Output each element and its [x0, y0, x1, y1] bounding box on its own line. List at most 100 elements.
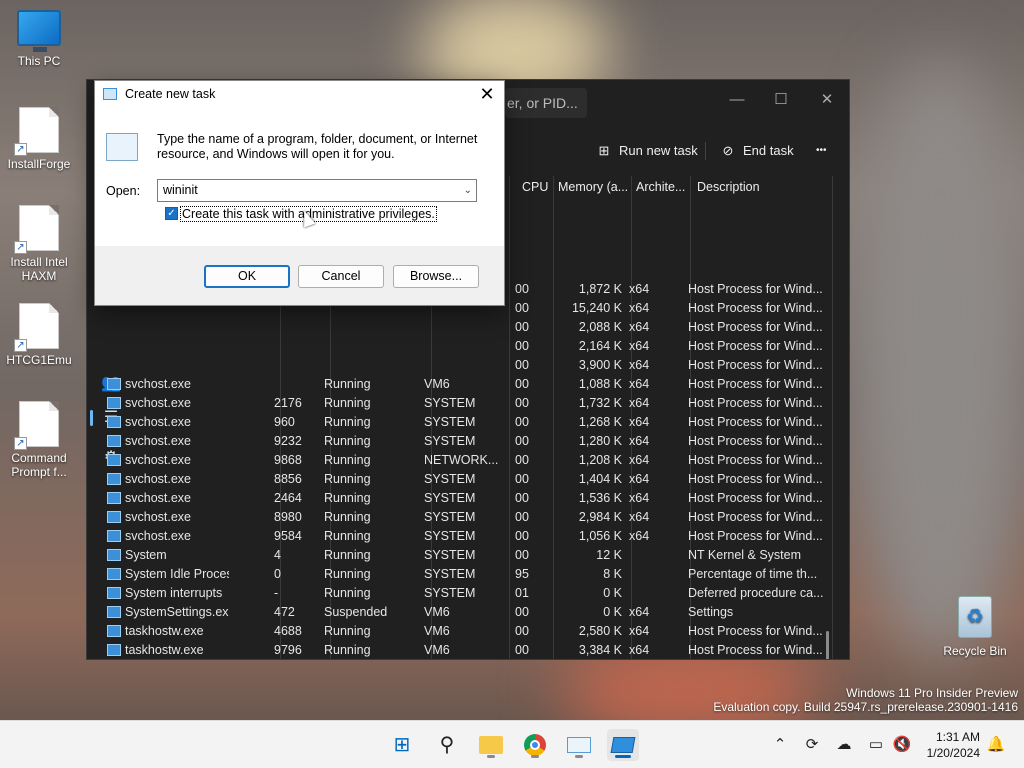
process-cpu: 00	[515, 491, 529, 505]
dialog-description: Type the name of a program, folder, docu…	[157, 132, 478, 161]
close-icon[interactable]: ✕	[476, 83, 498, 105]
desktop-icon-command-prompt[interactable]: ↗ Command Prompt f...	[1, 401, 77, 479]
process-status: Running	[324, 624, 371, 638]
process-status: Running	[324, 586, 371, 600]
table-row[interactable]: svchost.exe 2176 Running SYSTEM 00 1,732 K x64…	[107, 394, 833, 413]
table-row[interactable]: svchost.exe 960 Running SYSTEM 00 1,268 K x64 H…	[107, 413, 833, 432]
table-row[interactable]: svchost.exe 9868 Running NETWORK... 00 1,208 …	[107, 451, 833, 470]
column-header-cpu[interactable]: CPU	[522, 176, 548, 198]
process-name: svchost.exe	[125, 434, 192, 448]
table-row[interactable]: SystemSettings.exe 472 Suspended VM6 00 0 K x6…	[107, 603, 833, 622]
process-pid: 9232	[274, 434, 302, 448]
process-icon-wrap	[107, 375, 125, 394]
desktop-icon-recycle-bin[interactable]: ♻ Recycle Bin	[936, 596, 1014, 658]
ok-button[interactable]: OK	[204, 265, 290, 288]
run-new-task-button[interactable]: ⊞ Run new task	[595, 138, 698, 164]
process-icon	[107, 378, 121, 390]
table-row[interactable]: svchost.exe 9584 Running SYSTEM 00 1,056 K x64…	[107, 527, 833, 546]
table-row[interactable]: 00 3,900 K x64 Host Process for Wind...	[137, 356, 833, 375]
table-row[interactable]: System Idle Process 0 Running SYSTEM 95 8 K Pe…	[107, 565, 833, 584]
end-task-icon: ⊘	[722, 143, 734, 158]
desktop-icon-installforge[interactable]: ↗ InstallForge	[1, 107, 77, 171]
process-memory: 1,268 K	[578, 415, 622, 429]
search-icon[interactable]: ⚲	[431, 729, 463, 761]
table-row[interactable]: System 4 Running SYSTEM 00 12 K NT Kernel & Sy…	[107, 546, 833, 565]
more-options-button[interactable]: •••	[816, 138, 827, 164]
search-input[interactable]: er, or PID...	[505, 88, 587, 118]
browse-button[interactable]: Browse...	[393, 265, 479, 288]
watermark-line-2: Evaluation copy. Build 25947.rs_prerelea…	[713, 700, 1018, 714]
desktop-icon-label: HTCG1Emu	[6, 353, 72, 367]
process-memory: 0 K	[603, 586, 622, 600]
close-button[interactable]: ✕	[805, 86, 849, 114]
taskmgr-icon[interactable]	[607, 729, 639, 761]
table-row[interactable]: 00 2,088 K x64 Host Process for Wind...	[137, 318, 833, 337]
taskmgr-perf-icon[interactable]	[563, 729, 595, 761]
process-pid: 9584	[274, 529, 302, 543]
start-icon[interactable]: ⊞	[386, 729, 418, 761]
process-cpu: 00	[515, 453, 529, 467]
process-cpu: 00	[515, 396, 529, 410]
desktop-icon-label: Command Prompt f...	[11, 451, 67, 479]
desktop-icon-install-intel-haxm[interactable]: ↗ Install Intel HAXM	[1, 205, 77, 283]
column-header-architecture[interactable]: Archite...	[636, 176, 685, 198]
chrome-icon[interactable]	[519, 729, 551, 761]
chevron-down-icon[interactable]: ⌄	[464, 180, 472, 201]
table-row[interactable]: svchost.exe Running VM6 00 1,088 K x64 Host Pr…	[107, 375, 833, 394]
process-cpu: 00	[515, 605, 529, 619]
network-icon[interactable]: ▭	[866, 735, 886, 755]
process-arch: x64	[629, 282, 650, 296]
process-memory: 1,536 K	[578, 491, 622, 505]
cancel-button[interactable]: Cancel	[298, 265, 384, 288]
table-row[interactable]: svchost.exe 9232 Running SYSTEM 00 1,280 K x64…	[107, 432, 833, 451]
run-dialog-icon	[103, 88, 117, 100]
table-row[interactable]: taskhostw.exe 4688 Running VM6 00 2,580 K x64 H…	[107, 622, 833, 641]
process-description: Host Process for Wind...	[688, 282, 823, 296]
column-header-memory[interactable]: Memory (a...	[558, 176, 628, 198]
end-task-button[interactable]: ⊘ End task	[719, 138, 794, 164]
open-input[interactable]: wininit ⌄	[157, 179, 477, 202]
process-description: Host Process for Wind...	[688, 358, 823, 372]
process-cpu: 00	[515, 339, 529, 353]
onedrive-icon[interactable]: ☁	[834, 735, 854, 755]
process-name: taskhostw.exe	[125, 624, 204, 638]
admin-privileges-checkbox[interactable]: ✓	[165, 207, 178, 220]
process-user: SYSTEM	[424, 548, 476, 562]
process-status: Running	[324, 415, 371, 429]
process-description: Host Process for Wind...	[688, 624, 823, 638]
desktop-icon-this-pc[interactable]: This PC	[1, 10, 77, 68]
notification-bell-icon[interactable]: 🔔	[986, 735, 1006, 755]
clock[interactable]: 1:31 AM 1/20/2024	[927, 729, 980, 761]
process-arch: x64	[629, 396, 650, 410]
process-icon	[107, 587, 121, 599]
process-arch: x64	[629, 529, 650, 543]
chevron-up-icon[interactable]: ⌃	[770, 735, 790, 755]
process-status: Running	[324, 510, 371, 524]
desktop-icon-htcg1emu[interactable]: ↗ HTCG1Emu	[1, 303, 77, 367]
file-icon: ↗	[14, 401, 59, 450]
volume-icon[interactable]: 🔇	[892, 735, 912, 755]
process-memory: 0 K	[603, 605, 622, 619]
process-icon	[107, 473, 121, 485]
table-row[interactable]: 00 2,164 K x64 Host Process for Wind...	[137, 337, 833, 356]
table-row[interactable]: svchost.exe 8980 Running SYSTEM 00 2,984 K x64…	[107, 508, 833, 527]
folder-shape	[479, 736, 503, 754]
minimize-button[interactable]: —	[715, 86, 759, 114]
column-header-description[interactable]: Description	[697, 176, 760, 198]
process-icon-wrap	[107, 622, 125, 641]
sync-icon[interactable]: ⟳	[802, 735, 822, 755]
table-row[interactable]: svchost.exe 2464 Running SYSTEM 00 1,536 K x64…	[107, 489, 833, 508]
windows-watermark: Windows 11 Pro Insider Preview Evaluatio…	[713, 686, 1018, 714]
process-description: Deferred procedure ca...	[688, 586, 824, 600]
process-memory: 3,900 K	[578, 358, 622, 372]
process-name: svchost.exe	[125, 510, 192, 524]
table-row[interactable]: System interrupts - Running SYSTEM 01 0 K Defe…	[107, 584, 833, 603]
process-pid: 960	[274, 415, 295, 429]
file-explorer-icon[interactable]	[475, 729, 507, 761]
process-memory: 1,056 K	[578, 529, 622, 543]
table-row[interactable]: taskhostw.exe 9796 Running VM6 00 3,384 K x64 H…	[107, 641, 833, 659]
table-row[interactable]: svchost.exe 8856 Running SYSTEM 00 1,404 K x64…	[107, 470, 833, 489]
process-name: svchost.exe	[125, 472, 192, 486]
maximize-button[interactable]: ☐	[759, 86, 803, 114]
watermark-line-1: Windows 11 Pro Insider Preview	[846, 686, 1018, 700]
